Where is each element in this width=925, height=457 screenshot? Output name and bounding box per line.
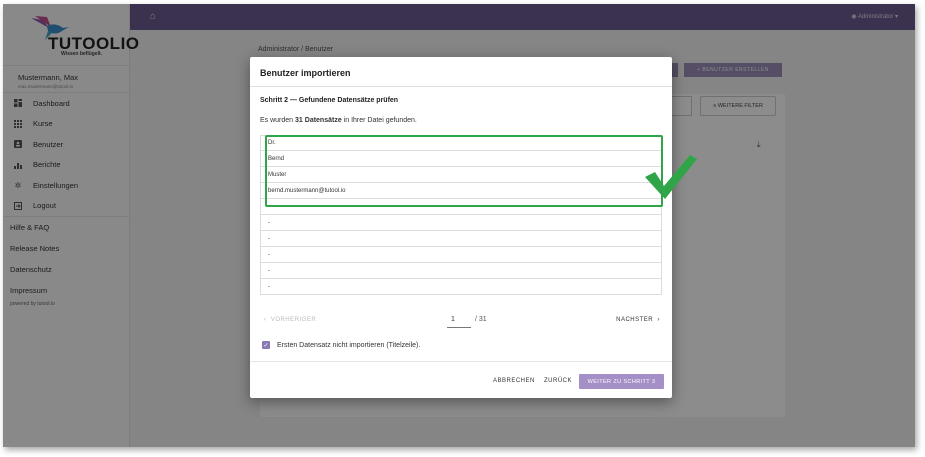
previous-button[interactable]: ‹ VORHERIGER [264,317,316,323]
found-records-text: Es wurden 31 Datensätze in Ihrer Datei g… [260,117,417,124]
chevron-left-icon: ‹ [264,317,271,323]
divider [250,86,672,87]
chevron-right-icon: › [653,317,660,323]
next-step-button[interactable]: WEITER ZU SCHRITT 3 [579,374,664,389]
record-field: - [260,279,662,295]
divider [250,361,672,362]
app-window: TUTOOLIO Wissen beflügelt. Mustermann, M… [3,4,915,447]
skip-first-record-option[interactable]: ✓ Ersten Datensatz nicht importieren (Ti… [262,341,420,349]
record-field: - [260,231,662,247]
dialog-title: Benutzer importieren [260,68,351,78]
found-suffix: in Ihrer Datei gefunden. [341,117,417,124]
skip-first-record-checkbox[interactable]: ✓ [262,341,270,349]
next-label: NACHSTER [616,317,654,323]
record-field: - [260,247,662,263]
step-title: Schritt 2 — Gefundene Datensätze prüfen [260,97,399,104]
checkbox-label: Ersten Datensatz nicht importieren (Tite… [277,341,421,349]
back-button[interactable]: ZURÜCK [544,378,572,384]
found-count: 31 Datensätze [295,117,342,124]
found-prefix: Es wurden [260,117,296,124]
previous-label: VORHERIGER [270,317,317,323]
next-button[interactable]: NACHSTER › [616,317,660,323]
record-field: - [260,263,662,279]
green-checkmark-icon [645,155,697,199]
page-total: / 31 [475,316,487,323]
import-users-dialog: Benutzer importieren Schritt 2 — Gefunde… [250,57,672,398]
record-pager: ‹ VORHERIGER 1 / 31 NACHSTER › [260,314,662,330]
record-field: - [260,215,662,231]
page-number-input[interactable]: 1 [447,314,471,328]
cancel-button[interactable]: ABBRECHEN [493,378,535,384]
highlight-frame [265,135,663,207]
